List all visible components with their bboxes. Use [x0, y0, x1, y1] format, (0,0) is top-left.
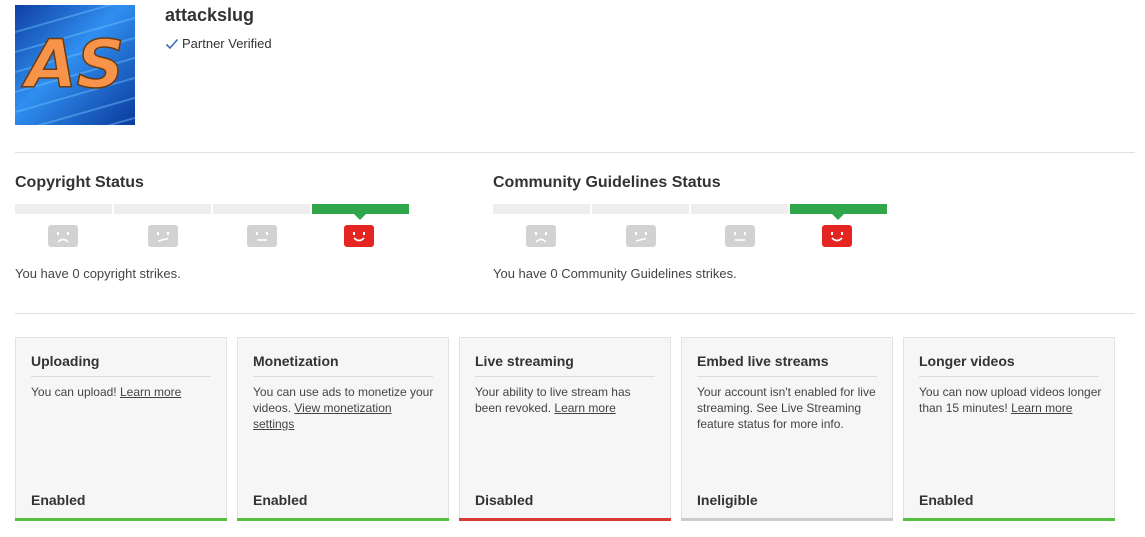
avatar-logo: AS: [15, 5, 135, 125]
card-description: Your account isn't enabled for live stre…: [697, 384, 880, 432]
learn-more-link[interactable]: Learn more: [1011, 401, 1072, 415]
status-bar: [459, 518, 671, 521]
community-status-title: Community Guidelines Status: [493, 174, 721, 191]
sad-face-icon[interactable]: [526, 225, 556, 247]
card-status: Ineligible: [697, 492, 758, 508]
card-title: Embed live streams: [697, 353, 877, 377]
community-strike-count: You have 0 Community Guidelines strikes.: [493, 266, 737, 281]
card-status: Enabled: [31, 492, 86, 508]
status-bar: [237, 518, 449, 521]
feature-card-live-streaming: Live streaming Your ability to live stre…: [459, 337, 671, 521]
copyright-strike-count: You have 0 copyright strikes.: [15, 266, 181, 281]
card-title: Monetization: [253, 353, 433, 377]
worried-face-icon[interactable]: [148, 225, 178, 247]
card-text: Your account isn't enabled for live stre…: [697, 385, 876, 431]
learn-more-link[interactable]: Learn more: [554, 401, 615, 415]
feature-card-embed-live-streams: Embed live streams Your account isn't en…: [681, 337, 893, 521]
channel-avatar[interactable]: AS: [15, 5, 135, 125]
divider: [15, 152, 1135, 153]
card-description: You can now upload videos longer than 15…: [919, 384, 1102, 416]
copyright-status: Copyright Status You have 0 copyright st…: [15, 173, 415, 281]
card-title: Uploading: [31, 353, 211, 377]
feature-card-longer-videos: Longer videos You can now upload videos …: [903, 337, 1115, 521]
status-bar: [903, 518, 1115, 521]
meter-segment-active: [790, 204, 887, 220]
card-description: You can use ads to monetize your videos.…: [253, 384, 436, 432]
neutral-face-icon[interactable]: [247, 225, 277, 247]
happy-face-icon[interactable]: [344, 225, 374, 247]
copyright-meter: [15, 204, 411, 220]
happy-face-icon[interactable]: [822, 225, 852, 247]
card-description: You can upload! Learn more: [31, 384, 214, 400]
meter-segment: [592, 204, 689, 214]
card-title: Longer videos: [919, 353, 1099, 377]
card-text: You can upload!: [31, 385, 117, 399]
svg-text:AS: AS: [21, 26, 125, 103]
community-meter: [493, 204, 889, 220]
card-title: Live streaming: [475, 353, 655, 377]
meter-segment: [691, 204, 788, 214]
card-status: Enabled: [919, 492, 974, 508]
feature-card-uploading: Uploading You can upload! Learn more Ena…: [15, 337, 227, 521]
copyright-status-title: Copyright Status: [15, 174, 144, 191]
meter-segment: [114, 204, 211, 214]
community-guidelines-status: Community Guidelines Status You have 0 C…: [493, 173, 893, 281]
meter-segment: [493, 204, 590, 214]
sad-face-icon[interactable]: [48, 225, 78, 247]
divider: [15, 313, 1135, 314]
card-status: Enabled: [253, 492, 308, 508]
feature-card-monetization: Monetization You can use ads to monetize…: [237, 337, 449, 521]
meter-segment: [15, 204, 112, 214]
channel-name: attackslug: [165, 5, 255, 25]
status-bar: [681, 518, 893, 521]
meter-segment-active: [312, 204, 409, 220]
checkmark-icon: [165, 38, 179, 49]
partner-verified-badge: Partner Verified: [165, 36, 272, 51]
worried-face-icon[interactable]: [626, 225, 656, 247]
meter-segment: [213, 204, 310, 214]
learn-more-link[interactable]: Learn more: [120, 385, 181, 399]
card-description: Your ability to live stream has been rev…: [475, 384, 658, 416]
card-status: Disabled: [475, 492, 534, 508]
partner-verified-label: Partner Verified: [182, 36, 272, 51]
status-bar: [15, 518, 227, 521]
neutral-face-icon[interactable]: [725, 225, 755, 247]
